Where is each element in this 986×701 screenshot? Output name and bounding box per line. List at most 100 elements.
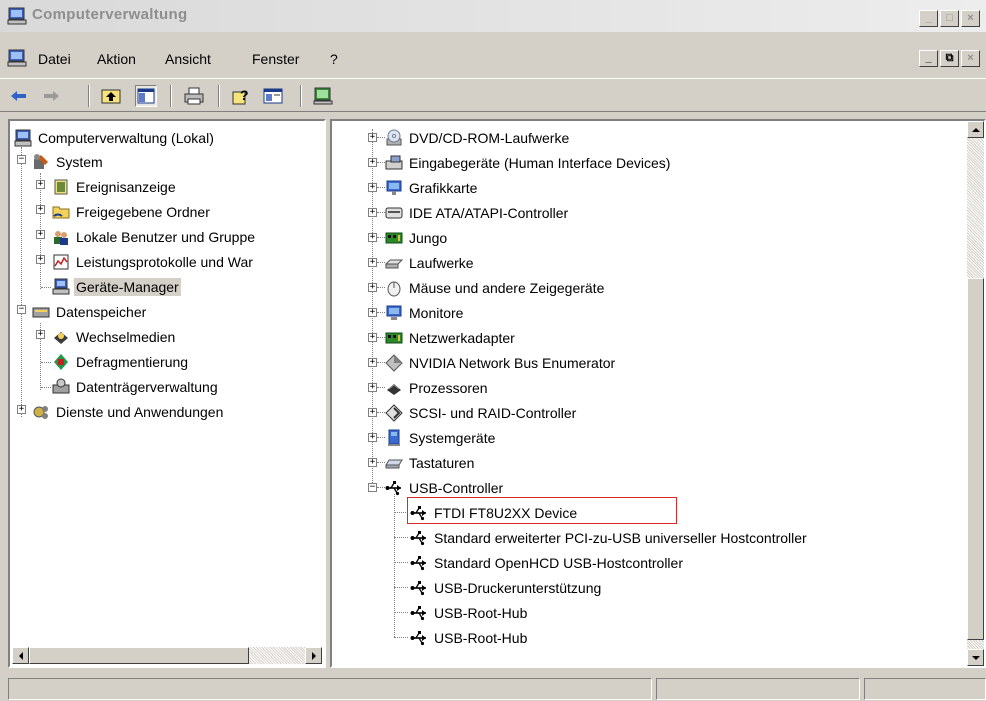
usb-icon xyxy=(410,529,428,547)
expand-toggle[interactable]: + xyxy=(36,180,45,189)
device-tree-pane[interactable]: + DVD/CD-ROM-Laufwerke + Eingabegeräte (Hum… xyxy=(330,119,986,668)
expand-toggle[interactable]: + xyxy=(36,205,45,214)
expand-toggle[interactable]: + xyxy=(368,433,377,442)
usb-device-item[interactable]: Standard OpenHCD USB-Hostcontroller xyxy=(410,550,685,575)
tree-line xyxy=(377,187,385,188)
tree-line xyxy=(394,494,395,637)
scrollbar-thumb[interactable] xyxy=(29,647,249,664)
tree-item-performance-logs[interactable]: Leistungsprotokolle und War xyxy=(52,249,255,274)
menu-datei[interactable]: Datei xyxy=(38,51,71,67)
tree-item-device-manager[interactable]: Geräte-Manager xyxy=(52,274,181,299)
tree-line xyxy=(377,487,385,488)
tree-line xyxy=(394,587,408,588)
toolbar-separator xyxy=(88,85,90,107)
close-button[interactable]: × xyxy=(961,10,980,27)
expand-toggle[interactable]: + xyxy=(17,405,26,414)
expand-toggle[interactable]: + xyxy=(368,183,377,192)
expand-toggle[interactable]: + xyxy=(368,133,377,142)
device-category[interactable]: DVD/CD-ROM-Laufwerke xyxy=(385,125,571,150)
device-category[interactable]: Netzwerkadapter xyxy=(385,325,517,350)
menu-aktion[interactable]: Aktion xyxy=(97,51,136,67)
forward-button[interactable] xyxy=(40,85,62,107)
device-tree-label: Eingabegeräte (Human Interface Devices) xyxy=(409,154,671,171)
device-category[interactable]: Monitore xyxy=(385,300,465,325)
print-button[interactable] xyxy=(183,85,205,107)
device-category[interactable]: NVIDIA Network Bus Enumerator xyxy=(385,350,617,375)
back-button[interactable] xyxy=(8,85,30,107)
expand-toggle[interactable]: + xyxy=(368,233,377,242)
collapse-toggle[interactable]: − xyxy=(17,305,26,314)
menu-help[interactable]: ? xyxy=(330,51,338,67)
device-category[interactable]: SCSI- und RAID-Controller xyxy=(385,400,578,425)
menu-ansicht[interactable]: Ansicht xyxy=(165,51,211,67)
expand-toggle[interactable]: + xyxy=(368,333,377,342)
maximize-button[interactable]: □ xyxy=(940,10,959,27)
console-button[interactable] xyxy=(312,85,334,107)
device-category[interactable]: Tastaturen xyxy=(385,450,476,475)
expand-toggle[interactable]: + xyxy=(368,308,377,317)
expand-toggle[interactable]: + xyxy=(368,408,377,417)
tree-item-computer-management[interactable]: Computerverwaltung (Lokal) xyxy=(14,125,216,150)
console-icon xyxy=(313,87,333,105)
expand-toggle[interactable]: + xyxy=(368,283,377,292)
vertical-scrollbar[interactable] xyxy=(967,121,984,666)
tree-item-removable-media[interactable]: Wechselmedien xyxy=(52,324,177,349)
device-category[interactable]: Eingabegeräte (Human Interface Devices) xyxy=(385,150,672,175)
child-restore-button[interactable]: ⧉ xyxy=(940,50,959,67)
tree-item-system[interactable]: System xyxy=(32,149,105,174)
usb-device-item[interactable]: USB-Druckerunterstützung xyxy=(410,575,603,600)
device-category[interactable]: Systemgeräte xyxy=(385,425,497,450)
expand-toggle[interactable]: + xyxy=(36,230,45,239)
scrollbar-thumb[interactable] xyxy=(967,278,984,640)
horizontal-scrollbar[interactable] xyxy=(12,647,322,664)
tree-item-label: Dienste und Anwendungen xyxy=(56,403,224,420)
child-minimize-button[interactable]: _ xyxy=(919,50,938,67)
menu-fenster[interactable]: Fenster xyxy=(252,51,299,67)
tree-item-local-users[interactable]: Lokale Benutzer und Gruppe xyxy=(52,224,257,249)
usb-device-item[interactable]: Standard erweiterter PCI-zu-USB universe… xyxy=(410,525,809,550)
show-hide-tree-button[interactable] xyxy=(135,85,157,107)
expand-toggle[interactable]: + xyxy=(368,383,377,392)
monitor-icon xyxy=(385,304,403,322)
usb-device-item[interactable]: USB-Root-Hub xyxy=(410,625,529,650)
help-button[interactable]: ? xyxy=(230,85,252,107)
scroll-right-button[interactable] xyxy=(305,647,322,664)
tree-line xyxy=(394,612,408,613)
child-close-button[interactable]: × xyxy=(961,50,980,67)
tree-pane-icon xyxy=(137,88,155,104)
tree-item-event-viewer[interactable]: Ereignisanzeige xyxy=(52,174,178,199)
expand-toggle[interactable]: + xyxy=(368,208,377,217)
tree-item-disk-management[interactable]: Datenträgerverwaltung xyxy=(52,374,220,399)
tree-item-storage[interactable]: Datenspeicher xyxy=(32,299,148,324)
tree-item-label: Wechselmedien xyxy=(76,328,176,345)
scroll-left-button[interactable] xyxy=(12,647,29,664)
device-category[interactable]: Laufwerke xyxy=(384,250,476,275)
usb-device-item[interactable]: USB-Root-Hub xyxy=(410,600,529,625)
device-category[interactable]: Grafikkarte xyxy=(385,175,479,200)
title-bar[interactable]: Computerverwaltung _ □ × xyxy=(0,0,986,32)
tree-item-defragmentation[interactable]: Defragmentierung xyxy=(52,349,190,374)
expand-toggle[interactable]: + xyxy=(36,330,45,339)
expand-toggle[interactable]: + xyxy=(368,258,377,267)
device-category[interactable]: Jungo xyxy=(385,225,449,250)
tree-line xyxy=(377,387,385,388)
scroll-up-button[interactable] xyxy=(967,121,984,138)
properties-button[interactable] xyxy=(262,85,284,107)
collapse-toggle[interactable]: − xyxy=(17,155,26,164)
expand-toggle[interactable]: + xyxy=(368,158,377,167)
device-tree-label: USB-Root-Hub xyxy=(434,604,528,621)
expand-toggle[interactable]: + xyxy=(368,458,377,467)
device-category[interactable]: Prozessoren xyxy=(385,375,490,400)
expand-toggle[interactable]: + xyxy=(36,255,45,264)
tree-item-services[interactable]: Dienste und Anwendungen xyxy=(32,399,225,424)
device-category[interactable]: IDE ATA/ATAPI-Controller xyxy=(385,200,570,225)
collapse-toggle[interactable]: − xyxy=(368,483,377,492)
device-tree-label: SCSI- und RAID-Controller xyxy=(409,404,577,421)
up-one-level-button[interactable] xyxy=(100,85,122,107)
device-category[interactable]: Mäuse und andere Zeigegeräte xyxy=(385,275,606,300)
scroll-down-button[interactable] xyxy=(967,649,984,666)
expand-toggle[interactable]: + xyxy=(368,358,377,367)
console-tree-pane[interactable]: Computerverwaltung (Lokal) − System + Er… xyxy=(8,119,326,668)
tree-item-shared-folders[interactable]: Freigegebene Ordner xyxy=(52,199,212,224)
minimize-button[interactable]: _ xyxy=(919,10,938,27)
